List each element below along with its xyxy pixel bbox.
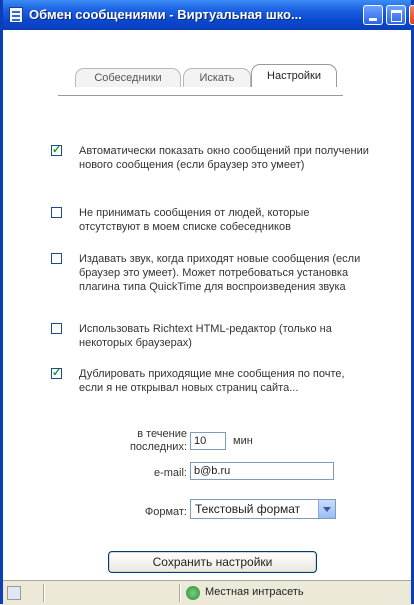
option-email-copy-label: Дублировать приходящие мне сообщения по … [79, 368, 345, 394]
app-window: Обмен сообщениями - Виртуальная шко... С… [0, 0, 414, 605]
status-divider [43, 584, 44, 602]
content-area: Собеседники Искать Настройки Автоматичес… [3, 30, 411, 580]
tab-contacts[interactable]: Собеседники [75, 68, 181, 87]
period-input[interactable]: 10 [190, 432, 226, 450]
status-bar: Местная интрасеть [3, 580, 411, 605]
page-icon [7, 586, 21, 600]
option-richtext-label: Использовать Richtext HTML-редактор (тол… [79, 323, 332, 349]
tab-search[interactable]: Искать [183, 68, 251, 87]
option-reject-strangers-label: Не принимать сообщения от людей, которые… [79, 207, 310, 233]
tab-settings[interactable]: Настройки [251, 64, 337, 87]
window-app-icon [9, 7, 23, 23]
option-richtext-checkbox[interactable] [51, 323, 62, 334]
option-auto-show-checkbox[interactable] [51, 143, 62, 156]
option-auto-show-label: Автоматически показать окно сообщений пр… [79, 145, 369, 171]
close-button[interactable] [409, 5, 414, 25]
option-sound-label: Издавать звук, когда приходят новые сооб… [79, 253, 361, 293]
format-select-value: Текстовый формат [195, 502, 301, 516]
title-bar[interactable]: Обмен сообщениями - Виртуальная шко... [3, 0, 414, 30]
period-label: в течение последних: [129, 428, 187, 453]
status-divider [179, 584, 180, 602]
email-label: e-mail: [153, 467, 187, 479]
maximize-button[interactable] [386, 5, 406, 25]
format-select[interactable]: Текстовый формат [190, 499, 336, 519]
intranet-zone-icon [186, 586, 200, 600]
format-label: Формат: [144, 506, 187, 518]
email-input[interactable]: b@b.ru [190, 462, 334, 480]
option-sound-checkbox[interactable] [51, 253, 62, 264]
tab-divider [58, 95, 343, 96]
period-unit: мин [233, 435, 253, 447]
window-title: Обмен сообщениями - Виртуальная шко... [29, 7, 302, 22]
minimize-button[interactable] [363, 5, 383, 25]
chevron-down-icon[interactable] [318, 500, 335, 518]
option-email-copy-checkbox[interactable] [51, 366, 62, 379]
option-reject-strangers-checkbox[interactable] [51, 207, 62, 218]
save-settings-button[interactable]: Сохранить настройки [108, 551, 317, 573]
security-zone-text: Местная интрасеть [205, 586, 304, 598]
